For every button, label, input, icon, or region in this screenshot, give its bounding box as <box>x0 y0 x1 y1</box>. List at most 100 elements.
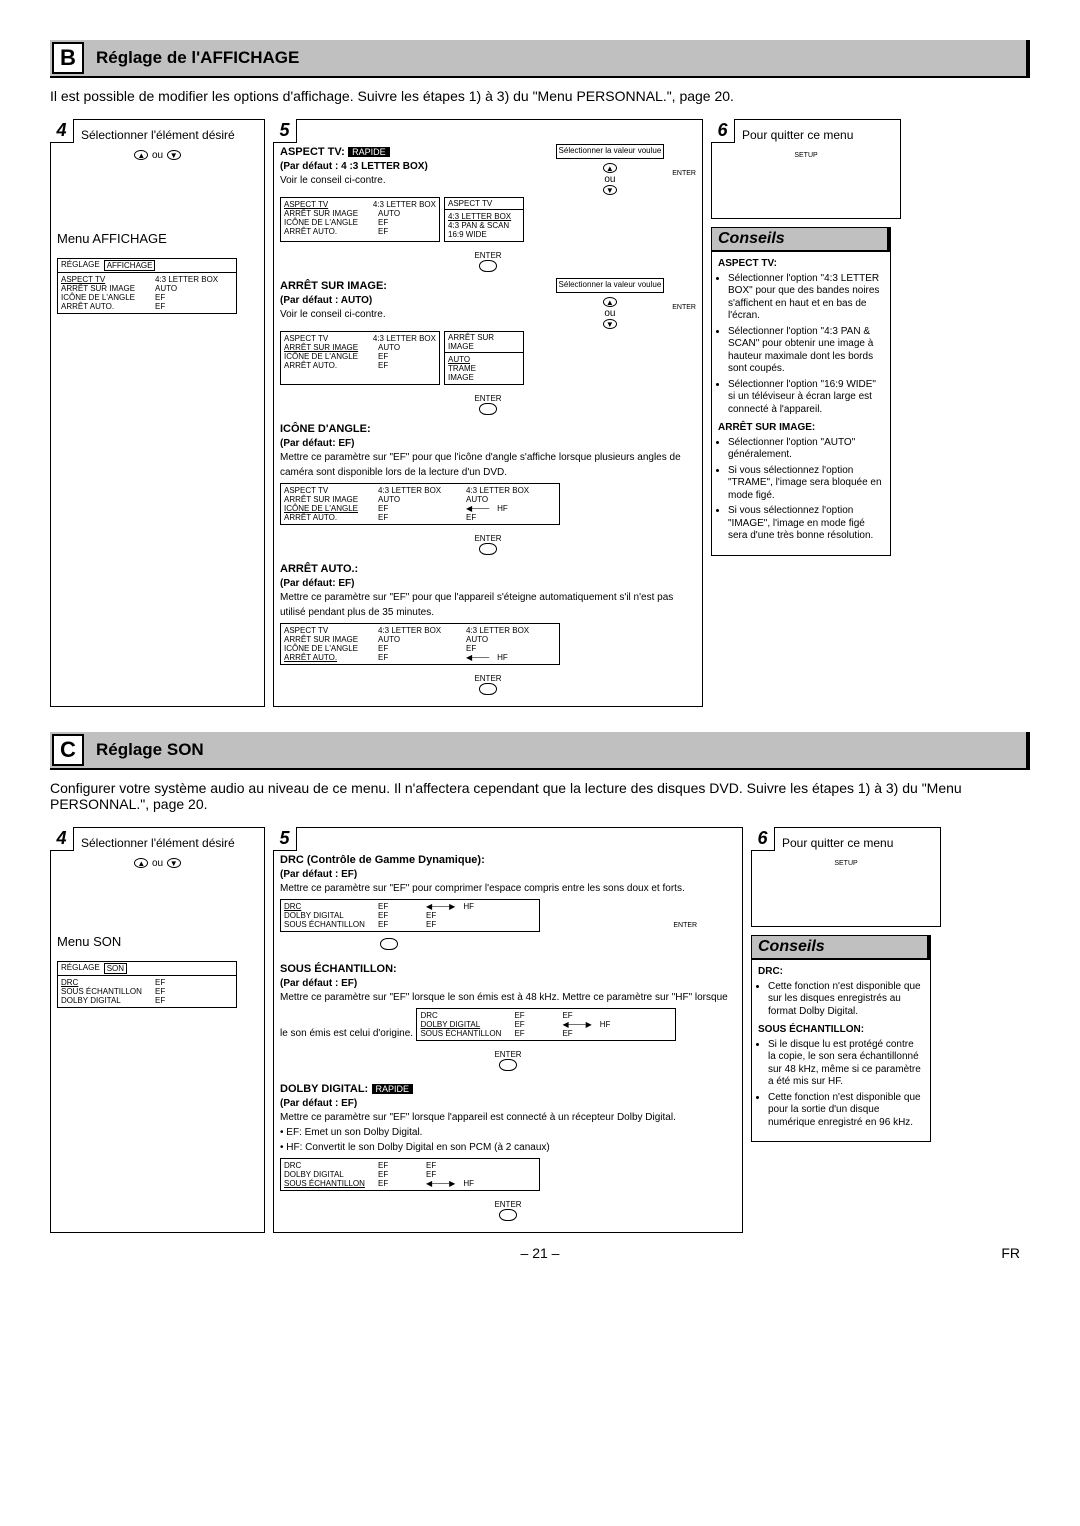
r: HF <box>497 653 508 662</box>
enter-icon <box>479 403 497 415</box>
dolby-menu: DRCEFEF DOLBY DIGITALEFEF SOUS ÉCHANTILL… <box>280 1158 540 1191</box>
r: EF <box>426 920 436 929</box>
nav-arrows: ▲ ou ▼ <box>57 854 258 869</box>
l: ENTER <box>673 922 697 929</box>
r: ARRÊT AUTO. <box>284 653 370 662</box>
r: EF <box>466 644 476 653</box>
li: Sélectionner l'option "AUTO" généralemen… <box>728 437 884 462</box>
section-c-title: Réglage SON <box>86 740 204 760</box>
nav-arrows: ▲ ou ▼ <box>57 146 258 161</box>
aspect-hint: Voir le conseil ci-contre. <box>280 175 386 186</box>
r: ASPECT TV <box>284 200 365 209</box>
li: Si vous sélectionnez l'option "IMAGE", l… <box>728 505 884 543</box>
drc-hint: Mettre ce paramètre sur "EF" pour compri… <box>280 883 685 894</box>
r: ICÔNE DE L'ANGLE <box>284 644 370 653</box>
r: EF <box>426 911 436 920</box>
r: EF <box>466 513 476 522</box>
setup-label: SETUP <box>718 152 894 159</box>
section-b-header: B Réglage de l'AFFICHAGE <box>50 40 1030 78</box>
r: ARRÊT SUR IMAGE <box>284 495 370 504</box>
r: 4:3 LETTER BOX <box>155 275 218 284</box>
r: 4:3 LETTER BOX <box>373 200 436 209</box>
r: EF <box>378 1179 418 1188</box>
ou: ou <box>556 308 665 319</box>
enter-row <box>380 943 398 952</box>
r: EF <box>514 1011 554 1020</box>
conseils-title: Conseils <box>712 228 890 252</box>
r: ASPECT TV <box>284 626 370 635</box>
r: SOUS ÉCHANTILLON <box>284 920 370 929</box>
r: EF <box>378 902 418 911</box>
li: Cette fonction n'est disponible que pour… <box>768 1092 924 1130</box>
enter-icon <box>380 938 398 950</box>
menu-h1: RÉGLAGE <box>61 963 100 974</box>
r: DRC <box>61 978 147 987</box>
arretauto-hint: Mettre ce paramètre sur "EF" pour que l'… <box>280 592 673 618</box>
arretimg-menu1: ASPECT TV4:3 LETTER BOX ARRÊT SUR IMAGEA… <box>280 331 440 385</box>
rapide-badge: RAPIDE <box>372 1084 414 1094</box>
icone-menu: ASPECT TV4:3 LETTER BOX4:3 LETTER BOX AR… <box>280 483 560 525</box>
menu-h2: SON <box>104 963 127 974</box>
r: ICÔNE DE L'ANGLE <box>284 504 370 513</box>
r: EF <box>378 911 418 920</box>
down-icon: ▼ <box>603 319 617 329</box>
r: ARRÊT AUTO. <box>284 361 370 370</box>
li: Si le disque lu est protégé contre la co… <box>768 1039 924 1089</box>
r: AUTO <box>466 635 488 644</box>
section-c-letter: C <box>52 734 84 766</box>
r: DOLBY DIGITAL <box>284 911 370 920</box>
r: EF <box>155 293 165 302</box>
r: 16:9 WIDE <box>448 230 520 239</box>
enter-col: ENTER <box>672 278 696 391</box>
c-step6: 6 Pour quitter ce menu SETUP <box>751 827 941 927</box>
c-drc-h: DRC: <box>758 966 783 977</box>
r: DRC <box>420 1011 506 1020</box>
drc-menu: DRCEF◀───▶ HF DOLBY DIGITALEFEF SOUS ÉCH… <box>280 899 540 932</box>
li: Si vous sélectionnez l'option "TRAME", l… <box>728 465 884 503</box>
sous-label: SOUS ÉCHANTILLON: <box>280 963 397 975</box>
b-step6-header: Pour quitter ce menu <box>742 126 894 142</box>
lang-code: FR <box>980 1245 1020 1261</box>
r: ARRÊT SUR IMAGE <box>284 343 370 352</box>
enter-label: ENTER <box>672 170 696 178</box>
enter-row: ENTER <box>280 394 696 417</box>
li: Sélectionner l'option "4:3 LETTER BOX" p… <box>728 273 884 323</box>
r: AUTO <box>378 343 400 352</box>
b-step4: 4 Sélectionner l'élément désiré ▲ ou ▼ M… <box>50 119 265 707</box>
enter-row: ENTER <box>280 674 696 697</box>
r: ARRÊT SUR IMAGE <box>284 635 370 644</box>
icone-default: (Par défaut: EF) <box>280 438 354 449</box>
menu-h1: RÉGLAGE <box>61 260 100 271</box>
sous-block: SOUS ÉCHANTILLON: (Par défaut : EF) Mett… <box>280 961 736 1073</box>
enter-row: ENTER <box>280 251 696 274</box>
r: IMAGE <box>448 373 520 382</box>
r: HF <box>600 1020 611 1029</box>
ou-text: ou <box>152 858 163 869</box>
setup-label: SETUP <box>758 860 934 867</box>
c-step4-num: 4 <box>50 827 74 851</box>
c-arret-h: ARRÊT SUR IMAGE: <box>718 422 815 433</box>
l: ENTER <box>474 394 501 403</box>
r: ARRÊT SUR IMAGE <box>284 209 370 218</box>
r: EF <box>378 1170 418 1179</box>
r: EF <box>426 1161 436 1170</box>
c-step6-num: 6 <box>751 827 775 851</box>
b-conseils: Conseils ASPECT TV: Sélectionner l'optio… <box>711 227 891 556</box>
r: TRAME <box>448 364 520 373</box>
r: EF <box>378 361 388 370</box>
r: AUTO <box>378 635 458 644</box>
menu-son: RÉGLAGE SON DRCEF SOUS ÉCHANTILLONEF DOL… <box>57 961 237 1008</box>
r: 4:3 LETTER BOX <box>378 486 458 495</box>
r: 4:3 LETTER BOX <box>448 212 520 221</box>
r: 4:3 LETTER BOX <box>378 626 458 635</box>
enter-col: ENTER <box>672 144 696 248</box>
l: ENTER <box>494 1050 521 1059</box>
page-footer: – 21 – FR <box>50 1245 1030 1261</box>
r: AUTO <box>155 284 177 293</box>
r: DRC <box>284 1161 370 1170</box>
enter-icon <box>499 1209 517 1221</box>
r: EF <box>378 1161 418 1170</box>
aspect-block: ASPECT TV: RAPIDE (Par défaut : 4 :3 LET… <box>280 144 696 274</box>
arretimg-label: ARRÊT SUR IMAGE: <box>280 280 387 292</box>
r: EF <box>378 920 418 929</box>
